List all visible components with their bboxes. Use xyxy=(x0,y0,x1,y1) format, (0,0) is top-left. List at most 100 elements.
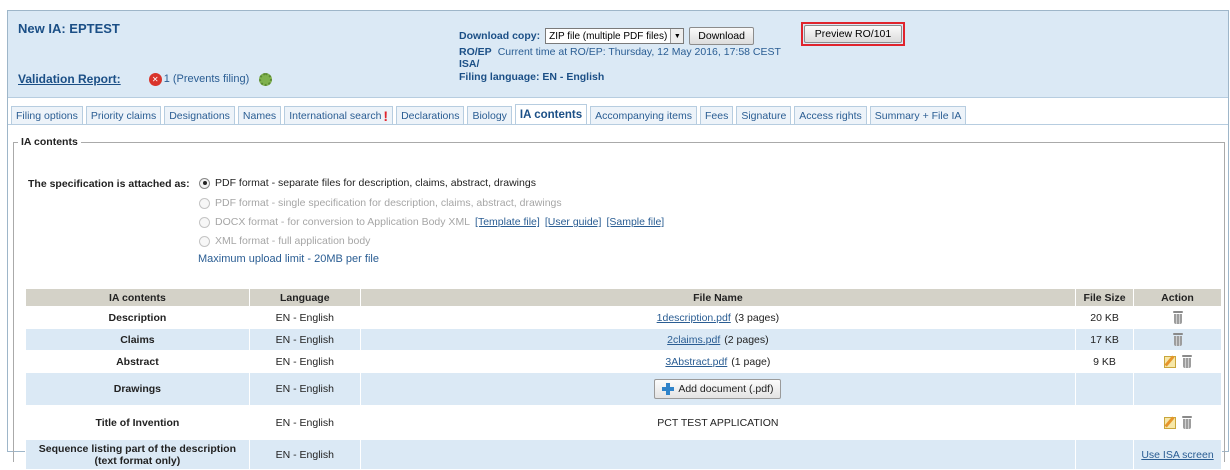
user-guide-link[interactable]: [User guide] xyxy=(545,216,602,228)
row-file-cell: 3Abstract.pdf (1 page) xyxy=(359,350,1077,373)
download-copy-label: Download copy: xyxy=(459,30,541,42)
page-title: New IA: EPTEST xyxy=(18,21,120,36)
radio-pdf-separate[interactable] xyxy=(199,177,210,189)
row-action xyxy=(1133,372,1222,406)
row-language: EN - English xyxy=(248,306,361,329)
row-language: EN - English xyxy=(248,350,361,373)
row-action xyxy=(1133,306,1222,329)
delete-icon[interactable] xyxy=(1172,333,1183,346)
sample-file-link[interactable]: [Sample file] xyxy=(606,216,664,228)
table-row: Claims EN - English 2claims.pdf (2 pages)… xyxy=(25,328,1222,351)
table-row: Title of Invention EN - English PCT TEST… xyxy=(25,405,1222,440)
row-file-cell: 1description.pdf (3 pages) xyxy=(359,306,1077,329)
add-document-button[interactable]: Add document (.pdf) xyxy=(654,379,782,399)
row-action xyxy=(1133,350,1222,373)
fieldset-legend: IA contents xyxy=(18,136,81,148)
error-icon: ✕ xyxy=(148,72,162,86)
refresh-validation-icon[interactable] xyxy=(259,72,273,86)
row-file-size xyxy=(1075,439,1135,470)
tab-label: Biology xyxy=(472,109,507,122)
edit-icon[interactable] xyxy=(1163,355,1176,368)
tab-declarations[interactable]: Declarations xyxy=(396,106,465,124)
file-link[interactable]: 2claims.pdf xyxy=(667,334,720,346)
page-count: (2 pages) xyxy=(724,333,769,346)
option-docx[interactable]: DOCX format - for conversion to Applicat… xyxy=(199,216,664,228)
row-action xyxy=(1133,405,1222,440)
tab-international-search[interactable]: International search! xyxy=(284,106,394,124)
filing-language: Filing language: EN - English xyxy=(459,71,605,83)
download-button[interactable]: Download xyxy=(689,27,754,45)
tab-signature[interactable]: Signature xyxy=(736,106,792,124)
tab-ia-contents[interactable]: IA contents xyxy=(514,104,588,124)
row-language: EN - English xyxy=(248,405,361,440)
row-file-size xyxy=(1075,372,1135,406)
alert-icon: ! xyxy=(383,107,389,124)
row-file-cell: 2claims.pdf (2 pages) xyxy=(359,328,1077,351)
download-area: Download copy: ZIP file (multiple PDF fi… xyxy=(459,27,781,83)
tab-designations[interactable]: Designations xyxy=(164,106,235,124)
tab-filing-options[interactable]: Filing options xyxy=(11,106,83,124)
row-name: Claims xyxy=(25,328,250,351)
preview-ro101-button[interactable]: Preview RO/101 xyxy=(803,25,903,43)
row-name: Abstract xyxy=(25,350,250,373)
tab-fees[interactable]: Fees xyxy=(700,106,734,124)
tab-accompanying-items[interactable]: Accompanying items xyxy=(590,106,697,124)
delete-icon[interactable] xyxy=(1181,416,1192,429)
template-file-link[interactable]: [Template file] xyxy=(475,216,540,228)
option-xml[interactable]: XML format - full application body xyxy=(199,235,370,247)
tab-label: Names xyxy=(242,109,277,122)
validation-report: Validation Report: ✕ 1 (Prevents filing) xyxy=(18,72,273,86)
table-row: Description EN - English 1description.pd… xyxy=(25,306,1222,329)
radio-docx[interactable] xyxy=(199,216,210,228)
table-row: Drawings EN - English Add document (.pdf… xyxy=(25,372,1222,406)
use-isa-screen-link[interactable]: Use ISA screen xyxy=(1141,449,1213,461)
max-upload-note: Maximum upload limit - 20MB per file xyxy=(198,253,379,265)
error-count-link[interactable]: 1 (Prevents filing) xyxy=(164,73,250,85)
col-header-language: Language xyxy=(248,288,361,307)
col-header-file-size: File Size xyxy=(1075,288,1135,307)
delete-icon[interactable] xyxy=(1181,355,1192,368)
file-link[interactable]: 3Abstract.pdf xyxy=(665,356,727,368)
file-link[interactable]: 1description.pdf xyxy=(657,312,731,324)
tab-label: Designations xyxy=(169,109,230,122)
row-file-cell xyxy=(359,439,1077,470)
tab-label: Filing options xyxy=(16,109,78,122)
download-format-select[interactable]: ZIP file (multiple PDF files) ▼ xyxy=(545,28,685,44)
option-label: DOCX format - for conversion to Applicat… xyxy=(215,216,471,228)
option-label: XML format - full application body xyxy=(215,235,371,247)
tab-label: Accompanying items xyxy=(595,109,692,122)
option-pdf-single[interactable]: PDF format - single specification for de… xyxy=(199,197,562,209)
ia-contents-table: IA contents Language File Name File Size… xyxy=(25,288,1222,470)
page-count: (1 page) xyxy=(731,355,771,368)
col-header-file-name: File Name xyxy=(359,288,1077,307)
row-file-size xyxy=(1075,405,1135,440)
tab-names[interactable]: Names xyxy=(237,106,282,124)
col-header-ia-contents: IA contents xyxy=(25,288,250,307)
validation-report-link[interactable]: Validation Report: xyxy=(18,72,121,86)
row-name: Description xyxy=(25,306,250,329)
delete-icon[interactable] xyxy=(1172,311,1183,324)
radio-pdf-single[interactable] xyxy=(199,197,210,209)
tab-priority-claims[interactable]: Priority claims xyxy=(85,106,162,124)
tab-summary-file-ia[interactable]: Summary + File IA xyxy=(869,106,967,124)
row-action xyxy=(1133,328,1222,351)
row-name: Title of Invention xyxy=(25,405,250,440)
roep-label: RO/EP xyxy=(459,46,492,58)
tab-label: International search xyxy=(289,109,382,122)
table-row: Sequence listing part of the description… xyxy=(25,439,1222,470)
page-count: (3 pages) xyxy=(734,311,780,324)
radio-xml[interactable] xyxy=(199,235,210,247)
tab-biology[interactable]: Biology xyxy=(467,106,512,124)
tab-label: Summary + File IA xyxy=(874,109,962,122)
row-file-cell: Add document (.pdf) xyxy=(359,372,1077,406)
isa-label: ISA/ xyxy=(459,58,480,70)
row-language: EN - English xyxy=(248,372,361,406)
row-file-size: 9 KB xyxy=(1075,350,1135,373)
edit-icon[interactable] xyxy=(1163,416,1176,429)
row-language: EN - English xyxy=(248,328,361,351)
option-pdf-separate[interactable]: PDF format - separate files for descript… xyxy=(199,177,536,189)
row-name-line1: Sequence listing part of the description xyxy=(38,442,236,455)
tab-label: Fees xyxy=(705,109,729,122)
row-name: Drawings xyxy=(25,372,250,406)
tab-access-rights[interactable]: Access rights xyxy=(794,106,867,124)
